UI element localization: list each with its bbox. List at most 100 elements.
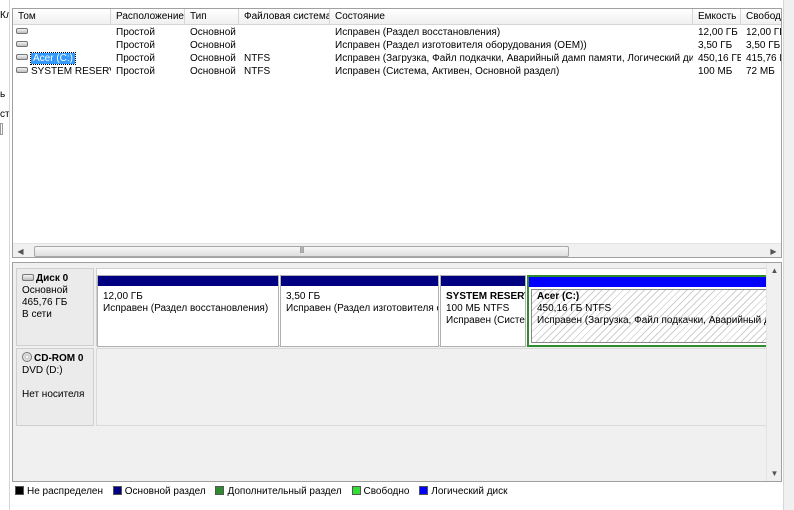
disk-state: В сети — [22, 309, 52, 320]
left-panel-edge: Кл ь ст — [0, 0, 10, 510]
legend-swatch — [15, 485, 24, 495]
partition-size: 12,00 ГБ — [103, 291, 143, 302]
volume-type: Основной — [190, 66, 236, 77]
scroll-up-icon[interactable]: ▲ — [767, 263, 781, 278]
volume-name-cell: Acer (C:) — [16, 52, 111, 65]
left-edge-text: Кл — [0, 10, 9, 21]
partition-status: Исправен (Раздел изготовителя о — [286, 303, 439, 314]
legend-swatch — [419, 485, 429, 495]
partition-size: 450,16 ГБ NTFS — [537, 303, 612, 314]
column-header-capacity[interactable]: Емкость — [693, 9, 741, 25]
legend-item: Дополнительный раздел — [215, 485, 342, 499]
partition-hatch: Acer (C:) 450,16 ГБ NTFS Исправен (Загру… — [531, 289, 777, 343]
legend-label: Основной раздел — [124, 486, 206, 497]
partition-cap — [281, 276, 438, 286]
partition-size: 100 МБ NTFS — [446, 303, 510, 314]
volume-name-cell — [16, 26, 111, 39]
scroll-down-icon[interactable]: ▼ — [767, 466, 781, 481]
drive-icon — [16, 28, 28, 35]
volume-free: 72 МБ — [746, 66, 775, 77]
legend-item: Не распределен — [15, 485, 103, 499]
legend-item: Свободно — [351, 485, 410, 499]
volume-name-cell — [16, 39, 111, 52]
partition-cap — [441, 276, 525, 286]
disk-0-label[interactable]: Диск 0 Основной 465,76 ГБ В сети — [16, 268, 94, 346]
volume-filesystem: NTFS — [244, 53, 271, 64]
volume-layout: Простой — [116, 27, 155, 38]
volume-filesystem: NTFS — [244, 66, 271, 77]
cdrom-0-area — [96, 348, 777, 426]
legend-swatch — [112, 485, 122, 495]
legend-item: Основной раздел — [112, 485, 206, 499]
scroll-right-icon[interactable]: ▶ — [766, 244, 781, 257]
left-edge-text: ст — [0, 109, 10, 120]
volume-free: 12,00 ГБ — [746, 27, 782, 38]
volume-list-header: Том Расположение Тип Файловая система Со… — [13, 9, 781, 25]
left-edge-control — [0, 123, 3, 135]
legend-label: Дополнительный раздел — [227, 486, 342, 497]
disk-type: Основной — [22, 285, 68, 296]
volume-name: SYSTEM RESERVED — [31, 66, 111, 77]
partition-name: SYSTEM RESERVE — [446, 291, 525, 302]
legend: Не распределен Основной раздел Дополните… — [12, 485, 782, 499]
volume-status: Исправен (Раздел изготовителя оборудован… — [335, 40, 587, 51]
partition-recovery[interactable]: 12,00 ГБ Исправен (Раздел восстановления… — [97, 275, 279, 347]
legend-label: Не распределен — [27, 486, 103, 497]
disk-graphical-view[interactable]: Диск 0 Основной 465,76 ГБ В сети 12,00 Г… — [12, 262, 782, 482]
cdrom-0-label[interactable]: CD-ROM 0 DVD (D:) Нет носителя — [16, 348, 94, 426]
volume-status: Исправен (Система, Активен, Основной раз… — [335, 66, 560, 77]
disk-title: Диск 0 — [36, 273, 69, 284]
partition-size: 3,50 ГБ — [286, 291, 321, 302]
volume-row-selected[interactable]: Acer (C:) Простой Основной NTFS Исправен… — [13, 52, 781, 65]
partition-acer-c-selected[interactable]: Acer (C:) 450,16 ГБ NTFS Исправен (Загру… — [527, 275, 777, 347]
partition-system-reserved[interactable]: SYSTEM RESERVE 100 МБ NTFS Исправен (Сис… — [440, 275, 526, 347]
partition-oem[interactable]: 3,50 ГБ Исправен (Раздел изготовителя о — [280, 275, 439, 347]
legend-label: Логический диск — [431, 486, 508, 497]
volume-filesystem — [244, 39, 330, 52]
partition-status: Исправен (Раздел восстановления) — [103, 303, 269, 314]
cdrom-icon — [22, 352, 32, 363]
volume-layout: Простой — [116, 66, 155, 77]
cdrom-type: DVD (D:) — [22, 365, 63, 376]
column-header-status[interactable]: Состояние — [330, 9, 693, 25]
volume-type: Основной — [190, 53, 236, 64]
volume-list[interactable]: Том Расположение Тип Файловая система Со… — [12, 8, 782, 258]
volume-capacity: 12,00 ГБ — [698, 27, 738, 38]
column-header-free[interactable]: Свобод — [741, 9, 781, 25]
volume-row[interactable]: Простой Основной Исправен (Раздел восста… — [13, 26, 781, 39]
left-edge-text: ь — [0, 89, 6, 100]
window-right-edge — [783, 0, 794, 510]
drive-icon — [16, 41, 28, 48]
column-header-type[interactable]: Тип — [185, 9, 239, 25]
legend-item: Логический диск — [419, 485, 508, 499]
cdrom-state: Нет носителя — [22, 389, 85, 400]
volume-name: Acer (C:) — [30, 52, 76, 65]
legend-swatch — [215, 485, 225, 495]
volume-row[interactable]: SYSTEM RESERVED Простой Основной NTFS Ис… — [13, 65, 781, 78]
drive-icon — [16, 54, 28, 61]
volume-row[interactable]: Простой Основной Исправен (Раздел изгото… — [13, 39, 781, 52]
volume-status: Исправен (Раздел восстановления) — [335, 27, 501, 38]
volume-status: Исправен (Загрузка, Файл подкачки, Авари… — [335, 53, 693, 64]
volume-filesystem — [244, 26, 330, 39]
volume-free: 3,50 ГБ — [746, 40, 781, 51]
partition-cap — [529, 277, 775, 287]
volume-capacity: 450,16 ГБ — [698, 53, 741, 64]
legend-label: Свободно — [363, 486, 410, 497]
partition-status: Исправен (Систе — [446, 315, 525, 326]
partition-name: Acer (C:) — [537, 291, 580, 302]
disk-icon — [22, 273, 34, 281]
volume-type: Основной — [190, 40, 236, 51]
disk-size: 465,76 ГБ — [22, 297, 68, 308]
partition-status: Исправен (Загрузка, Файл подкачки, Авари… — [537, 315, 777, 326]
column-header-filesystem[interactable]: Файловая система — [239, 9, 330, 25]
horizontal-scrollbar[interactable]: ◀ III ▶ — [13, 243, 781, 257]
column-header-layout[interactable]: Расположение — [111, 9, 185, 25]
scroll-thumb[interactable]: III — [34, 246, 569, 257]
volume-capacity: 100 МБ — [698, 66, 733, 77]
legend-swatch — [351, 485, 361, 495]
cdrom-title: CD-ROM 0 — [34, 353, 84, 364]
scroll-left-icon[interactable]: ◀ — [13, 244, 28, 257]
vertical-scrollbar[interactable]: ▲ ▼ — [766, 263, 781, 481]
column-header-volume[interactable]: Том — [13, 9, 111, 25]
